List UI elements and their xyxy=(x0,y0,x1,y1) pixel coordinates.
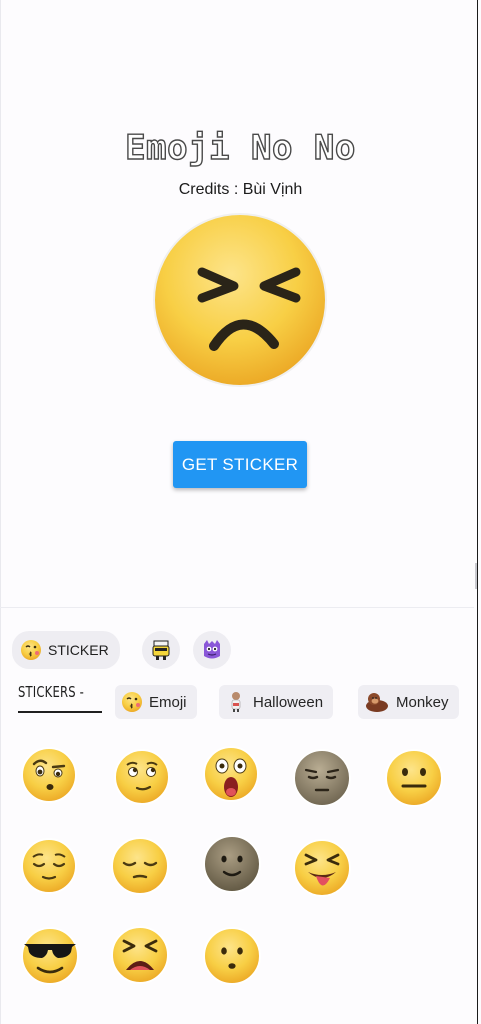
tab-halloween-label: Halloween xyxy=(253,693,324,711)
monkey-icon xyxy=(364,691,390,713)
featured-squint-frown-emoji-icon xyxy=(152,212,328,388)
sunglasses-face-icon[interactable] xyxy=(20,926,79,985)
sticker-pack-chip[interactable]: STICKER xyxy=(12,631,120,669)
tab-emoji[interactable]: Emoji xyxy=(115,685,197,719)
zombie-icon xyxy=(225,691,247,713)
rolling-eyes-face-icon[interactable] xyxy=(113,748,171,806)
active-tab-indicator xyxy=(18,711,102,713)
nurse-pack-chip[interactable] xyxy=(142,631,180,669)
neutral-face-icon[interactable] xyxy=(384,748,443,807)
credits-text: Credits : Bùi Vịnh xyxy=(178,181,303,198)
kissing-face-icon xyxy=(121,691,143,713)
raised-eyebrow-face-icon[interactable] xyxy=(20,746,78,804)
purple-monster-icon xyxy=(200,638,224,662)
screaming-face-icon[interactable] xyxy=(202,744,260,802)
app-title: Emoji No No xyxy=(124,127,356,168)
smiling-dark-face-icon[interactable] xyxy=(202,834,261,893)
get-sticker-button[interactable]: GET STICKER xyxy=(173,441,307,488)
scroll-indicator[interactable] xyxy=(475,563,477,589)
tab-monkey[interactable]: Monkey xyxy=(358,685,459,719)
tab-halloween[interactable]: Halloween xyxy=(219,685,334,719)
nurse-character-icon xyxy=(149,638,173,662)
tongue-squint-face-icon[interactable] xyxy=(292,838,351,897)
tired-face-icon[interactable] xyxy=(110,924,169,984)
tab-stickers[interactable]: STICKERS - xyxy=(18,683,84,701)
tab-monkey-label: Monkey xyxy=(396,693,449,711)
monster-pack-chip[interactable] xyxy=(193,631,231,669)
keyboard-divider xyxy=(0,607,474,608)
worried-face-icon[interactable] xyxy=(202,926,261,985)
relieved-face-icon[interactable] xyxy=(20,836,78,894)
sad-dark-face-icon[interactable] xyxy=(292,748,351,807)
tab-emoji-label: Emoji xyxy=(149,693,187,711)
sleepy-face-icon[interactable] xyxy=(110,836,169,895)
kissing-face-icon xyxy=(20,639,42,661)
sticker-chip-label: STICKER xyxy=(48,642,109,658)
